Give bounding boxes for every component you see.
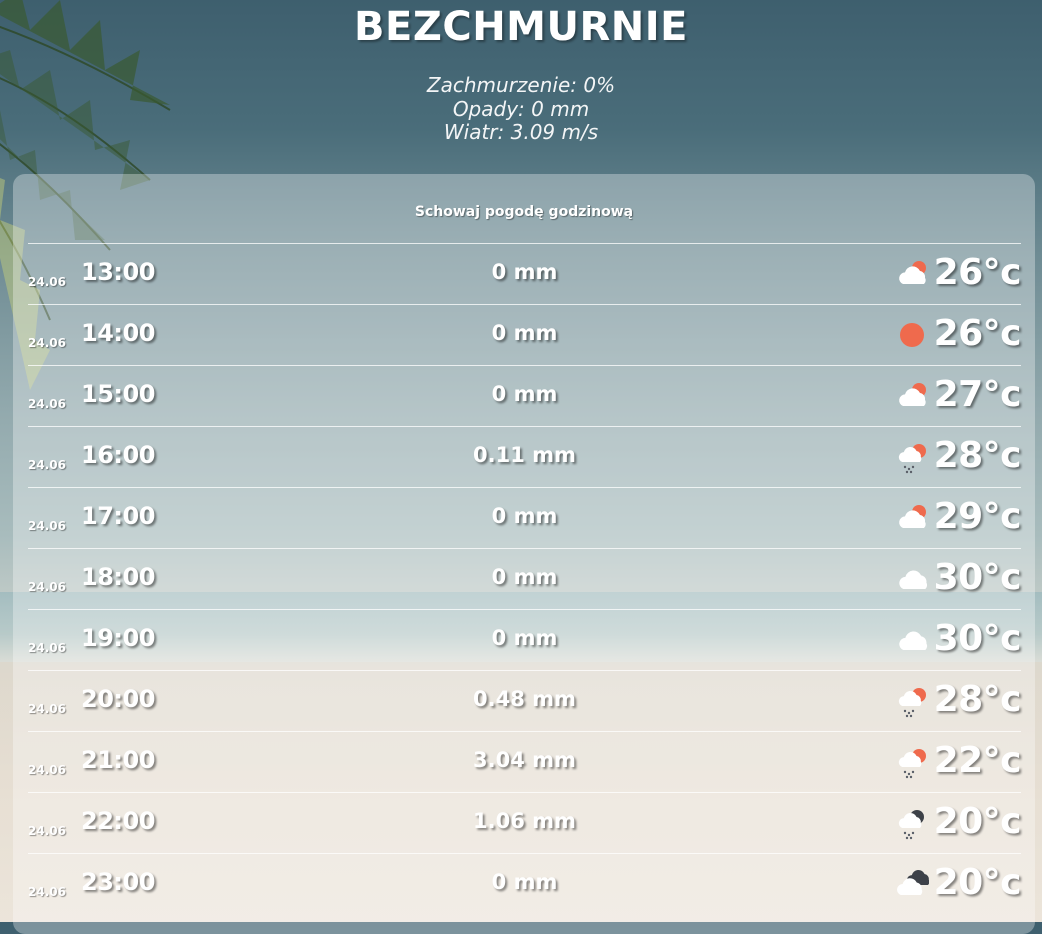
row-precipitation: 0.48 mm	[473, 687, 576, 711]
cloud-icon	[895, 563, 929, 595]
hourly-row: 24.06 23:00 0 mm 20°c	[28, 853, 1022, 914]
hourly-row: 24.06 19:00 0 mm 30°c	[28, 609, 1022, 670]
row-precipitation: 3.04 mm	[473, 748, 576, 772]
weather-condition-title: BEZCHMURNIE	[354, 4, 688, 50]
row-temperature: 20°c	[933, 801, 1022, 842]
hourly-row: 24.06 20:00 0.48 mm 28°c	[28, 670, 1022, 731]
row-temperature: 20°c	[933, 862, 1022, 903]
hourly-row: 24.06 13:00 0 mm 26°c	[28, 243, 1022, 304]
row-temperature: 28°c	[933, 679, 1022, 720]
hide-hourly-weather-button[interactable]: Schowaj pogodę godzinową	[13, 204, 1035, 220]
row-precipitation: 0.11 mm	[473, 443, 576, 467]
cloudiness-text: Zachmurzenie: 0%	[426, 73, 616, 97]
hourly-row: 24.06 18:00 0 mm 30°c	[28, 548, 1022, 609]
row-precipitation: 0 mm	[491, 565, 558, 589]
hourly-row: 24.06 17:00 0 mm 29°c	[28, 487, 1022, 548]
row-temperature: 29°c	[933, 496, 1022, 537]
partly-cloudy-icon	[895, 502, 929, 534]
sun-rain-icon	[895, 685, 929, 718]
row-precipitation: 0 mm	[491, 870, 558, 894]
hourly-row: 24.06 14:00 0 mm 26°c	[28, 304, 1022, 365]
row-precipitation: 0 mm	[491, 260, 558, 284]
hourly-row: 24.06 21:00 3.04 mm 22°c	[28, 731, 1022, 792]
dark-clouds-icon	[895, 868, 930, 900]
row-temperature: 30°c	[933, 557, 1022, 598]
hourly-weather-panel: Schowaj pogodę godzinową 24.06 13:00 0 mm 2…	[13, 174, 1035, 934]
wind-text: Wiatr: 3.09 m/s	[443, 120, 599, 144]
partly-cloudy-icon	[895, 380, 929, 412]
cloud-icon	[895, 624, 929, 656]
row-temperature: 26°c	[933, 313, 1022, 354]
sun-rain-icon	[895, 746, 929, 779]
hourly-list: 24.06 13:00 0 mm 26°c 24.06 14:00 0 mm 26°c 24.0…	[28, 243, 1022, 914]
row-temperature: 26°c	[933, 252, 1022, 293]
sun-rain-icon	[895, 441, 929, 474]
precipitation-text: Opady: 0 mm	[452, 97, 590, 121]
partly-cloudy-icon	[895, 258, 929, 290]
row-precipitation: 0 mm	[491, 626, 558, 650]
row-precipitation: 0 mm	[491, 321, 558, 345]
sun-icon	[895, 319, 929, 351]
row-temperature: 28°c	[933, 435, 1022, 476]
row-temperature: 27°c	[933, 374, 1022, 415]
hourly-row: 24.06 15:00 0 mm 27°c	[28, 365, 1022, 426]
hourly-row: 24.06 22:00 1.06 mm 20°c	[28, 792, 1022, 853]
row-temperature: 30°c	[933, 618, 1022, 659]
row-precipitation: 0 mm	[491, 382, 558, 406]
dark-cloud-rain-icon	[895, 807, 929, 840]
row-precipitation: 1.06 mm	[473, 809, 576, 833]
row-temperature: 22°c	[933, 740, 1022, 781]
row-precipitation: 0 mm	[491, 504, 558, 528]
hourly-row: 24.06 16:00 0.11 mm 28°c	[28, 426, 1022, 487]
